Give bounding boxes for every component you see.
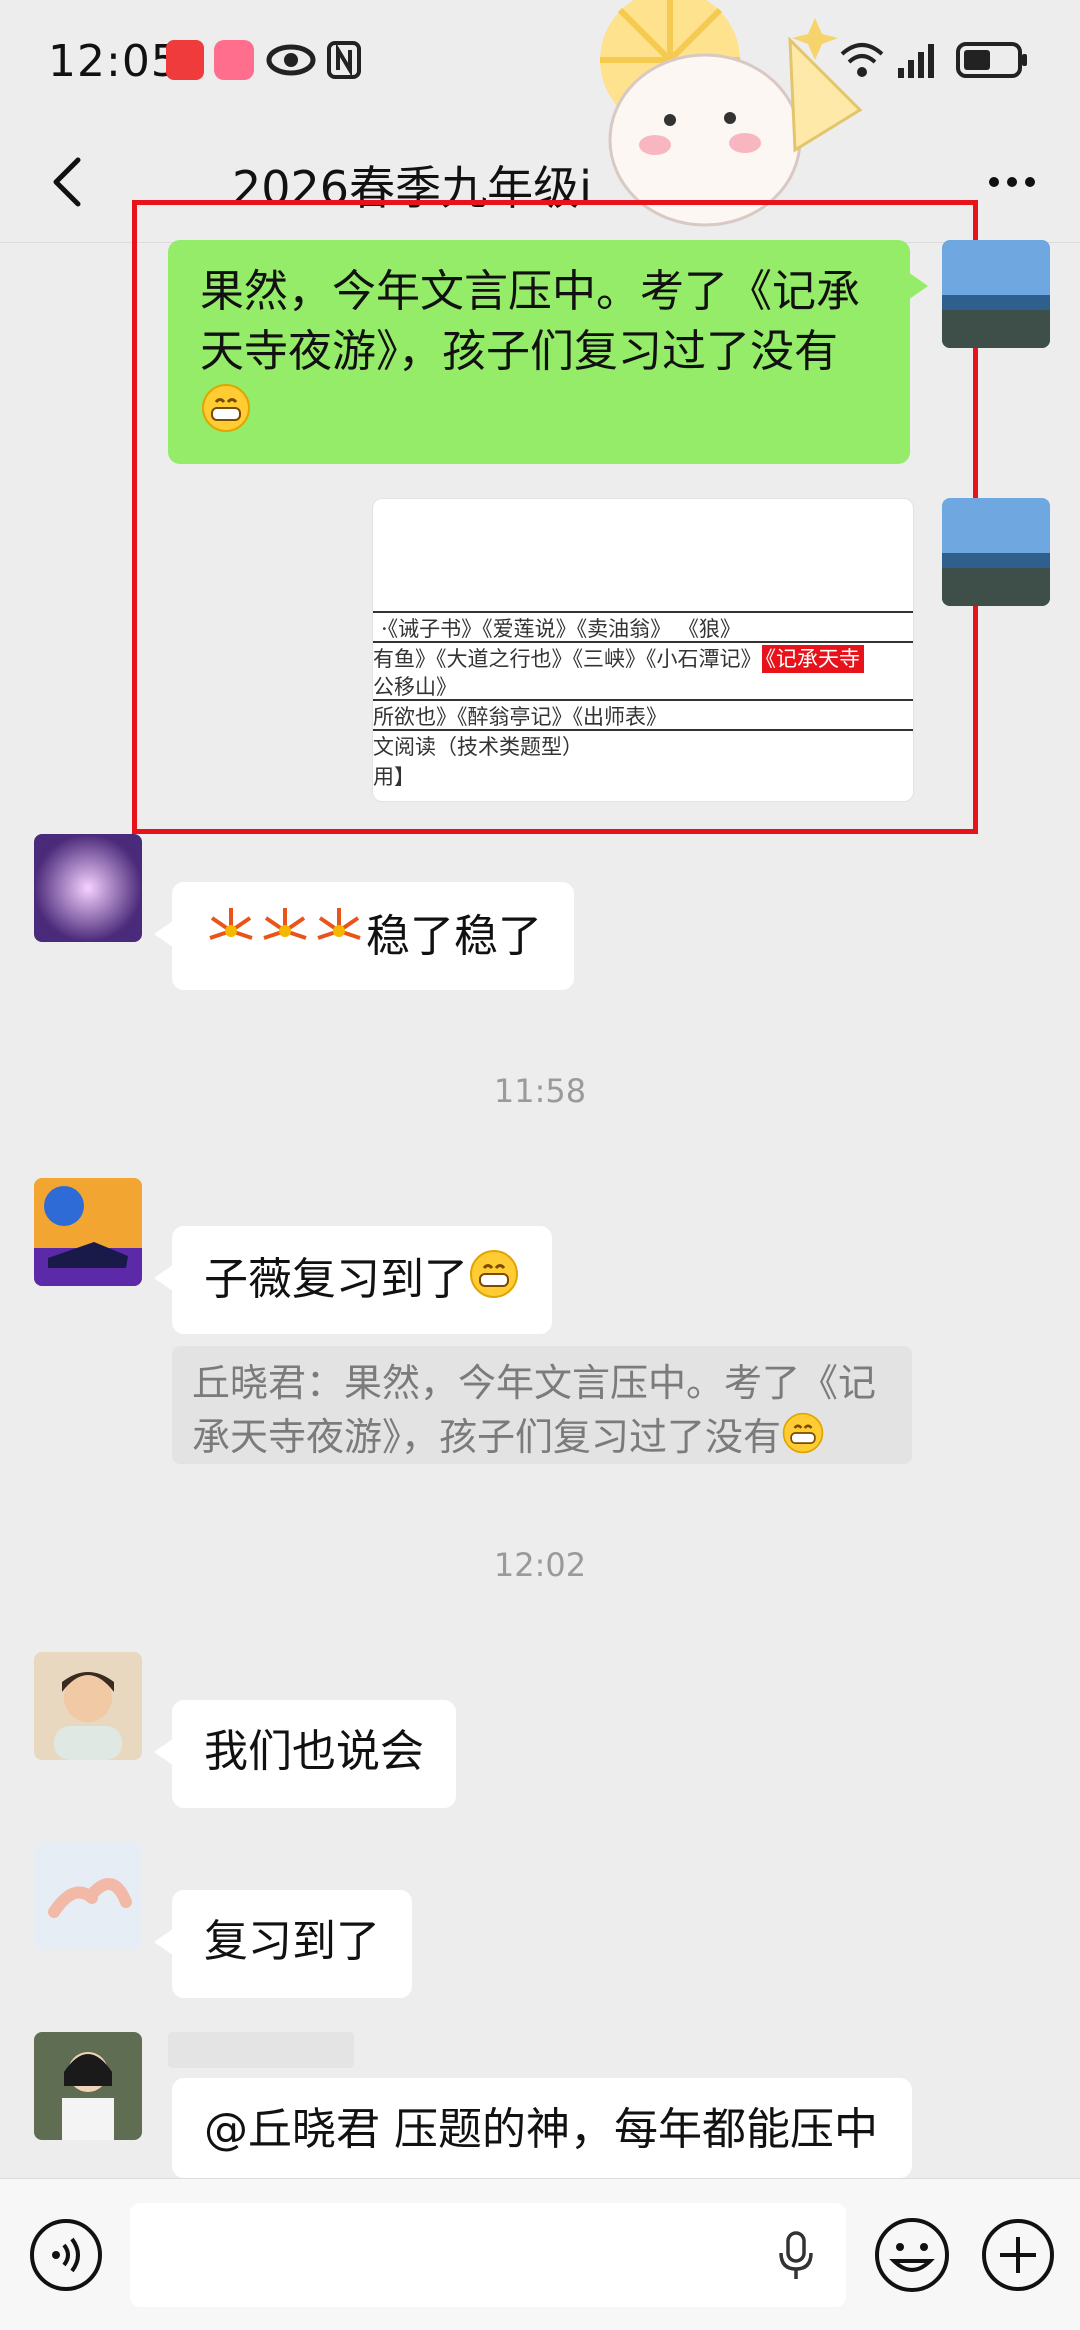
message-text: 我们也说会 bbox=[204, 1726, 424, 1777]
message-timestamp: 11:58 bbox=[493, 1072, 587, 1110]
avatar-self[interactable] bbox=[942, 240, 1050, 348]
message-bubble-other[interactable]: 我们也说会 bbox=[154, 1700, 456, 1808]
avatar-member[interactable] bbox=[34, 1652, 142, 1760]
fireworks-emoji-icon bbox=[204, 904, 258, 974]
message-text: 果然，今年文言压中。考了《记承天寺夜游》，孩子们复习过了没有 bbox=[200, 266, 860, 377]
doc-text: 有鱼》《大道之行也》《三峡》《小石潭记》 bbox=[373, 647, 762, 671]
battery-icon bbox=[956, 42, 1027, 78]
fireworks-emoji-icon bbox=[258, 904, 312, 974]
avatar-member[interactable] bbox=[34, 1178, 142, 1286]
message-bubble-other[interactable]: 稳了稳了 bbox=[154, 882, 574, 990]
avatar-member[interactable] bbox=[34, 1842, 142, 1950]
doc-text: ·《诫子书》《爱莲说》《卖油翁》 《狼》 bbox=[381, 617, 741, 641]
message-text: 子薇复习到了 bbox=[204, 1254, 468, 1305]
message-bubble-other[interactable]: 子薇复习到了 bbox=[154, 1226, 552, 1334]
nfc-icon bbox=[327, 41, 361, 79]
message-timestamp: 12:02 bbox=[493, 1546, 587, 1584]
doc-text: 文阅读（技术类题型） bbox=[373, 735, 583, 759]
emoji-icon[interactable] bbox=[872, 2215, 952, 2295]
message-input[interactable] bbox=[130, 2203, 846, 2307]
doc-text: 所欲也》《醉翁亭记》《出师表》 bbox=[373, 705, 667, 729]
mic-icon[interactable] bbox=[776, 2231, 816, 2281]
plus-icon[interactable] bbox=[980, 2217, 1056, 2293]
grin-emoji-icon bbox=[781, 1411, 825, 1469]
sender-name-placeholder bbox=[168, 2032, 354, 2068]
app-notification-icon bbox=[214, 40, 254, 80]
avatar-member[interactable] bbox=[34, 834, 142, 942]
signal-icon bbox=[898, 44, 934, 78]
avatar-self[interactable] bbox=[942, 498, 1050, 606]
message-text: @丘晓君 压题的神，每年都能压中 bbox=[204, 2104, 878, 2155]
doc-highlight-text: 《记承天寺 bbox=[761, 645, 864, 673]
avatar-member[interactable] bbox=[34, 2032, 142, 2140]
document-image-message[interactable]: ·《诫子书》《爱莲说》《卖油翁》 《狼》 有鱼》《大道之行也》《三峡》《小石潭记… bbox=[372, 498, 914, 802]
status-bar: 12:05 bbox=[0, 0, 1080, 130]
message-text: 复习到了 bbox=[204, 1916, 380, 1967]
back-arrow-icon[interactable] bbox=[40, 152, 100, 212]
app-notification-icon bbox=[166, 40, 204, 80]
message-text: 稳了稳了 bbox=[366, 911, 542, 962]
doc-text: 公移山》 bbox=[373, 675, 457, 699]
doc-text: 用】 bbox=[373, 765, 415, 789]
status-time: 12:05 bbox=[48, 36, 180, 87]
voice-icon[interactable] bbox=[28, 2217, 104, 2293]
chat-input-bar bbox=[0, 2178, 1080, 2330]
fireworks-emoji-icon bbox=[312, 904, 366, 974]
grin-emoji-icon bbox=[468, 1248, 520, 1316]
message-bubble-other[interactable]: @丘晓君 压题的神，每年都能压中 bbox=[172, 2078, 912, 2178]
message-bubble-other[interactable]: 复习到了 bbox=[154, 1890, 412, 1998]
quoted-message[interactable]: 丘晓君：果然，今年文言压中。考了《记承天寺夜游》，孩子们复习过了没有 bbox=[172, 1346, 912, 1464]
eye-icon bbox=[266, 44, 316, 76]
message-bubble-self[interactable]: 果然，今年文言压中。考了《记承天寺夜游》，孩子们复习过了没有 bbox=[168, 240, 928, 464]
more-icon[interactable] bbox=[982, 152, 1042, 212]
grin-emoji-icon bbox=[200, 382, 252, 450]
